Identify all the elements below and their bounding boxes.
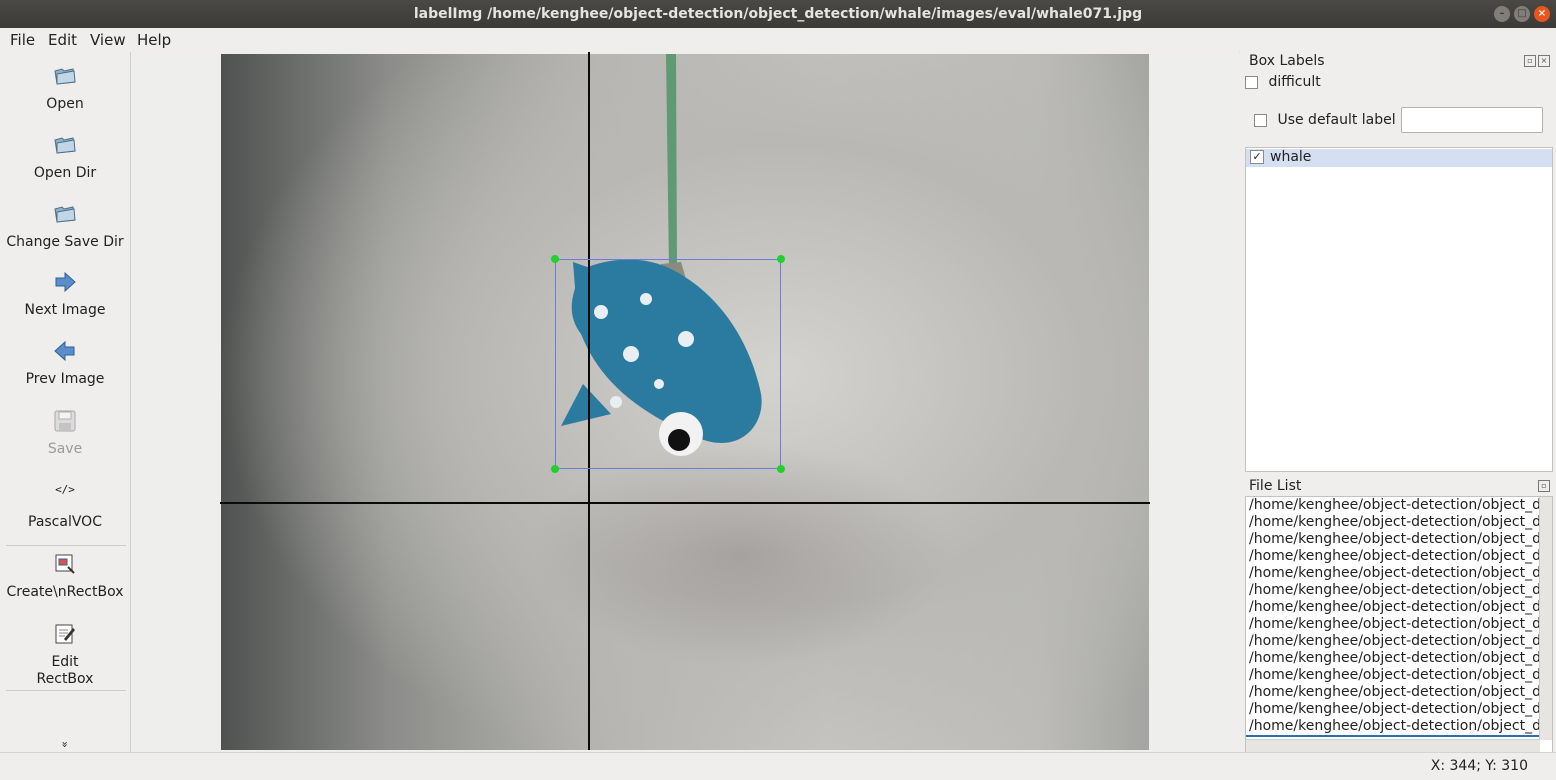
format-label: PascalVOC (28, 514, 102, 530)
file-list-item[interactable]: /home/kenghee/object-detection/object_d (1246, 599, 1539, 616)
window-titlebar: labelImg /home/kenghee/object-detection/… (0, 0, 1556, 28)
tool-bar: Open Open Dir Change Save Dir Next Image… (0, 52, 131, 752)
bounding-box-whale[interactable] (555, 259, 781, 469)
save-icon (54, 410, 76, 432)
folder-open-icon (54, 68, 76, 85)
whale-checkbox[interactable]: ✓ (1250, 150, 1264, 164)
window-title: labelImg /home/kenghee/object-detection/… (413, 6, 1143, 22)
edit-icon (55, 624, 75, 644)
use-default-label-text: Use default label (1277, 112, 1396, 128)
next-image-button[interactable]: Next Image (0, 270, 130, 319)
toolbar-separator (6, 545, 126, 546)
file-list-item[interactable]: /home/kenghee/object-detection/object_d (1246, 718, 1539, 737)
difficult-row: difficult (1245, 74, 1321, 90)
bbox-handle-top-right[interactable] (777, 255, 785, 263)
label-list[interactable]: ✓ whale (1245, 147, 1553, 472)
folder-open-icon (54, 137, 76, 154)
code-icon: </> (55, 483, 75, 496)
edit-rectbox-label-line1: Edit (51, 654, 79, 670)
bbox-handle-bottom-right[interactable] (777, 465, 785, 473)
menu-view[interactable]: View (90, 31, 126, 49)
next-image-label: Next Image (24, 302, 106, 318)
change-save-dir-button[interactable]: Change Save Dir (0, 202, 130, 251)
open-dir-label: Open Dir (33, 165, 97, 181)
edit-rectbox-label-line2: RectBox (36, 671, 94, 687)
crosshair-horizontal (220, 502, 1150, 504)
file-list-item[interactable]: /home/kenghee/object-detection/object_d (1246, 531, 1539, 548)
cursor-coordinates: X: 344; Y: 310 (1430, 758, 1528, 774)
default-label-input[interactable] (1401, 107, 1543, 133)
edit-rectbox-label: Edit RectBox (0, 654, 130, 688)
create-rectbox-label: Create\nRectBox (6, 584, 124, 600)
menu-file[interactable]: File (10, 31, 35, 49)
box-labels-title: Box Labels (1249, 53, 1325, 69)
open-label: Open (46, 96, 84, 112)
arrow-left-icon (54, 340, 75, 362)
maximize-button[interactable]: □ (1514, 6, 1530, 22)
file-list-item[interactable]: /home/kenghee/object-detection/object_d (1246, 497, 1539, 514)
change-save-dir-label: Change Save Dir (6, 234, 124, 250)
prev-image-button[interactable]: Prev Image (0, 339, 130, 388)
bbox-handle-top-left[interactable] (551, 255, 559, 263)
file-list-item[interactable]: /home/kenghee/object-detection/object_d (1246, 684, 1539, 701)
file-list-horizontal-scrollbar[interactable] (1246, 739, 1540, 752)
toolbar-more-button[interactable]: » (59, 740, 72, 750)
label-item-name: whale (1270, 149, 1312, 165)
right-panel: Box Labels ▫ × difficult Use default lab… (1240, 52, 1556, 753)
menu-edit[interactable]: Edit (48, 31, 77, 49)
open-dir-button[interactable]: Open Dir (0, 133, 130, 182)
toolbar-separator (6, 690, 126, 691)
create-rectbox-icon (55, 554, 75, 574)
label-item-whale[interactable]: ✓ whale (1246, 149, 1552, 167)
close-dock-icon[interactable]: × (1538, 55, 1550, 67)
open-button[interactable]: Open (0, 64, 130, 113)
menu-bar: File Edit View Help (0, 28, 1556, 53)
minimize-button[interactable]: – (1494, 6, 1510, 22)
close-button[interactable]: × (1534, 6, 1550, 22)
file-list-vertical-scrollbar[interactable] (1539, 497, 1552, 740)
float-dock-icon[interactable]: ▫ (1538, 480, 1550, 492)
format-button[interactable]: </> PascalVOC (0, 480, 130, 531)
prev-image-label: Prev Image (25, 371, 105, 387)
save-label: Save (47, 441, 83, 457)
save-button[interactable]: Save (0, 409, 130, 458)
file-list-item[interactable]: /home/kenghee/object-detection/object_d (1246, 548, 1539, 565)
file-list-item[interactable]: /home/kenghee/object-detection/object_d (1246, 565, 1539, 582)
folder-open-icon (54, 206, 76, 223)
float-dock-icon[interactable]: ▫ (1524, 55, 1536, 67)
edit-rectbox-button[interactable]: Edit RectBox (0, 622, 130, 688)
use-default-label-checkbox[interactable] (1254, 113, 1267, 127)
status-bar: X: 344; Y: 310 (0, 752, 1556, 780)
file-list-item[interactable]: /home/kenghee/object-detection/object_d (1246, 701, 1539, 718)
create-rectbox-button[interactable]: Create\nRectBox (0, 552, 130, 601)
file-list-item[interactable]: /home/kenghee/object-detection/object_d (1246, 650, 1539, 667)
file-list[interactable]: /home/kenghee/object-detection/object_d … (1245, 496, 1553, 753)
bbox-handle-bottom-left[interactable] (551, 465, 559, 473)
file-list-item[interactable]: /home/kenghee/object-detection/object_d (1246, 633, 1539, 650)
use-default-label-row: Use default label (1254, 112, 1396, 128)
file-list-title: File List (1249, 478, 1302, 494)
file-list-item[interactable]: /home/kenghee/object-detection/object_d (1246, 582, 1539, 599)
difficult-checkbox[interactable] (1245, 75, 1258, 89)
file-list-item[interactable]: /home/kenghee/object-detection/object_d (1246, 616, 1539, 633)
file-list-item[interactable]: /home/kenghee/object-detection/object_d (1246, 667, 1539, 684)
difficult-label: difficult (1268, 74, 1321, 90)
menu-help[interactable]: Help (137, 31, 171, 49)
arrow-right-icon (55, 271, 76, 293)
file-list-item[interactable]: /home/kenghee/object-detection/object_d (1246, 514, 1539, 531)
